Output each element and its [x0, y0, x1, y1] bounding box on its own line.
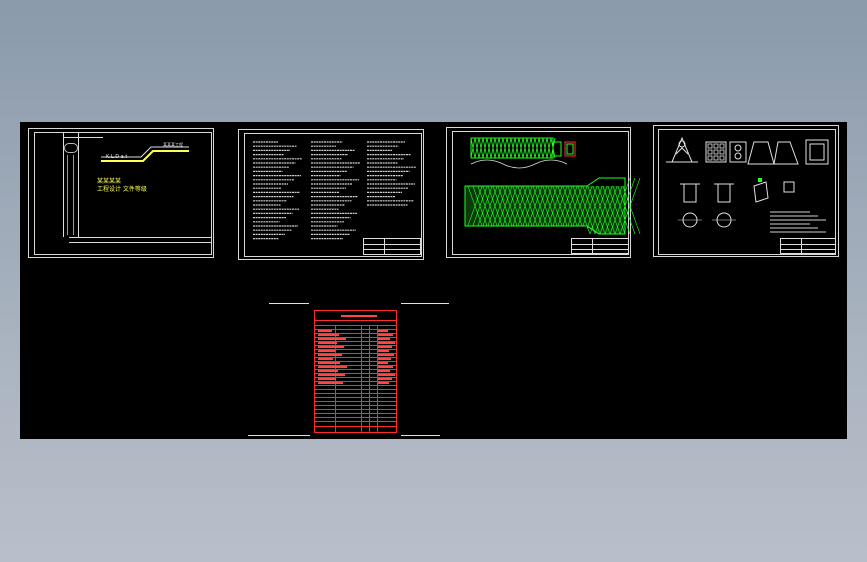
- title-plate: K.L.D a.t: [106, 154, 128, 160]
- bottom-strip-2: [69, 242, 211, 243]
- column-ornament-icon: [63, 133, 79, 237]
- cover-line-2: 工程设计 文件等级: [97, 186, 147, 193]
- title-block: [363, 238, 421, 255]
- drawing-list-table[interactable]: [314, 310, 397, 433]
- cover-line-1: 某某某某: [97, 178, 122, 185]
- cad-model-space[interactable]: K.L.D a.t 某某某工程 某某某某 工程设计 文件等级: [20, 122, 847, 439]
- sheet-notes[interactable]: [238, 129, 424, 260]
- project-label: 某某某工程: [163, 142, 183, 147]
- guide-line: [401, 435, 440, 436]
- grate-pattern-icon: [457, 137, 641, 246]
- sheet-grate[interactable]: [446, 127, 641, 258]
- guide-line: [401, 303, 449, 304]
- bottom-strip: [69, 237, 211, 238]
- title-block: [571, 238, 629, 254]
- sheet-cover[interactable]: K.L.D a.t 某某某工程 某某某某 工程设计 文件等级: [28, 128, 214, 258]
- title-block: [780, 238, 836, 254]
- notes-text-block: [253, 141, 416, 240]
- guide-line: [269, 303, 309, 304]
- guide-line: [248, 435, 310, 436]
- sheet-details[interactable]: [653, 125, 839, 257]
- column-detail-icon: [666, 136, 829, 233]
- title-stripe-icon: [101, 146, 189, 162]
- top-molding: [63, 137, 103, 138]
